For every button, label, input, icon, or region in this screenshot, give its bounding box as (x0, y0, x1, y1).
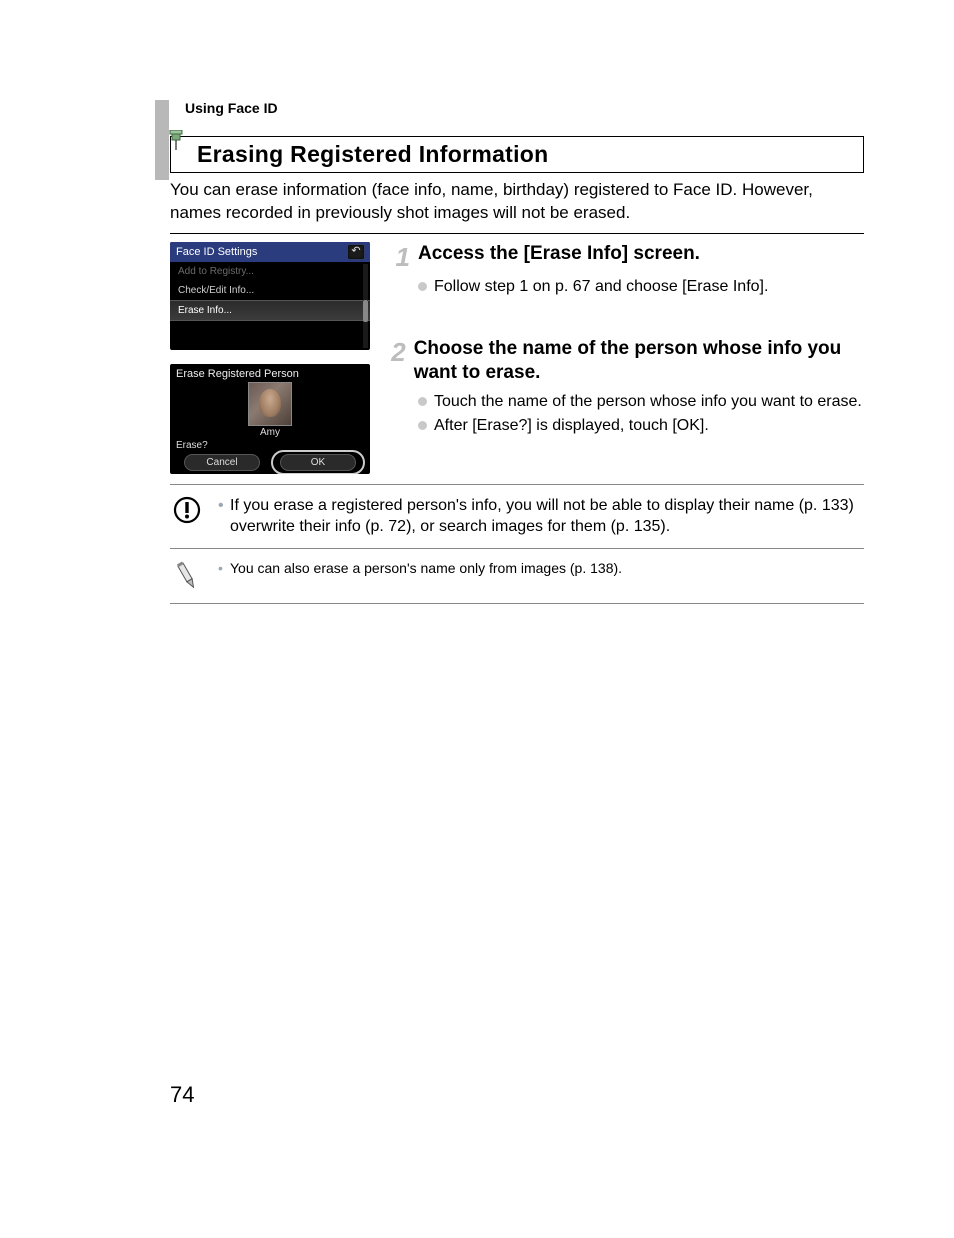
menu-item-add[interactable]: Add to Registry... (170, 262, 370, 281)
divider (170, 548, 864, 549)
tip-note: You can also erase a person's name only … (170, 559, 864, 593)
scrollbar[interactable] (363, 264, 368, 348)
section-title-wrap: Erasing Registered Information (170, 136, 864, 173)
divider (170, 233, 864, 234)
step-1-bullets: Follow step 1 on p. 67 and choose [Erase… (418, 276, 864, 298)
ok-button[interactable]: OK (280, 454, 356, 471)
bullet: Touch the name of the person whose info … (418, 391, 864, 413)
tip-text: You can also erase a person's name only … (218, 559, 622, 578)
running-head: Using Face ID (185, 100, 864, 116)
step-title: Choose the name of the person whose info… (414, 337, 864, 385)
caution-note: If you erase a registered person's info,… (170, 495, 864, 538)
bullet: After [Erase?] is displayed, touch [OK]. (418, 415, 864, 437)
step-2-bullets: Touch the name of the person whose info … (418, 391, 864, 436)
content-row: Face ID Settings Add to Registry... Chec… (170, 242, 864, 474)
screenshot-erase-person: Erase Registered Person Amy Erase? Cance… (170, 364, 370, 474)
side-tab (155, 100, 169, 180)
dialog-buttons: Cancel OK (176, 454, 364, 471)
divider (170, 603, 864, 604)
caution-icon (170, 495, 204, 525)
caution-text: If you erase a registered person's info,… (218, 495, 864, 538)
instruction-column: 1 Access the [Erase Info] screen. Follow… (388, 242, 864, 474)
lcd-title-text: Face ID Settings (176, 246, 257, 258)
step-number: 1 (388, 244, 410, 270)
lcd-titlebar: Face ID Settings (170, 242, 370, 262)
divider (170, 484, 864, 485)
step-2: 2 Choose the name of the person whose in… (388, 337, 864, 385)
person-name: Amy (176, 427, 364, 438)
bullet: Follow step 1 on p. 67 and choose [Erase… (418, 276, 864, 298)
step-title: Access the [Erase Info] screen. (418, 242, 700, 270)
lcd2-title: Erase Registered Person (176, 368, 364, 380)
intro-paragraph: You can erase information (face info, na… (170, 179, 864, 225)
face-thumbnail[interactable] (248, 382, 292, 426)
manual-page: Using Face ID Erasing Registered Informa… (0, 0, 954, 1238)
cancel-button[interactable]: Cancel (184, 454, 260, 471)
screenshot-face-id-settings: Face ID Settings Add to Registry... Chec… (170, 242, 370, 350)
pushpin-icon (168, 130, 188, 152)
page-number: 74 (170, 1082, 194, 1108)
menu-item-check-edit[interactable]: Check/Edit Info... (170, 281, 370, 300)
ok-button-label: OK (311, 457, 325, 468)
step-1: 1 Access the [Erase Info] screen. (388, 242, 864, 270)
section-title: Erasing Registered Information (170, 136, 864, 173)
pencil-icon (170, 559, 204, 593)
menu-item-erase-info[interactable]: Erase Info... (170, 300, 370, 321)
step-number: 2 (388, 339, 406, 385)
screenshot-column: Face ID Settings Add to Registry... Chec… (170, 242, 370, 474)
erase-prompt: Erase? (176, 440, 364, 451)
back-icon[interactable] (348, 245, 364, 259)
